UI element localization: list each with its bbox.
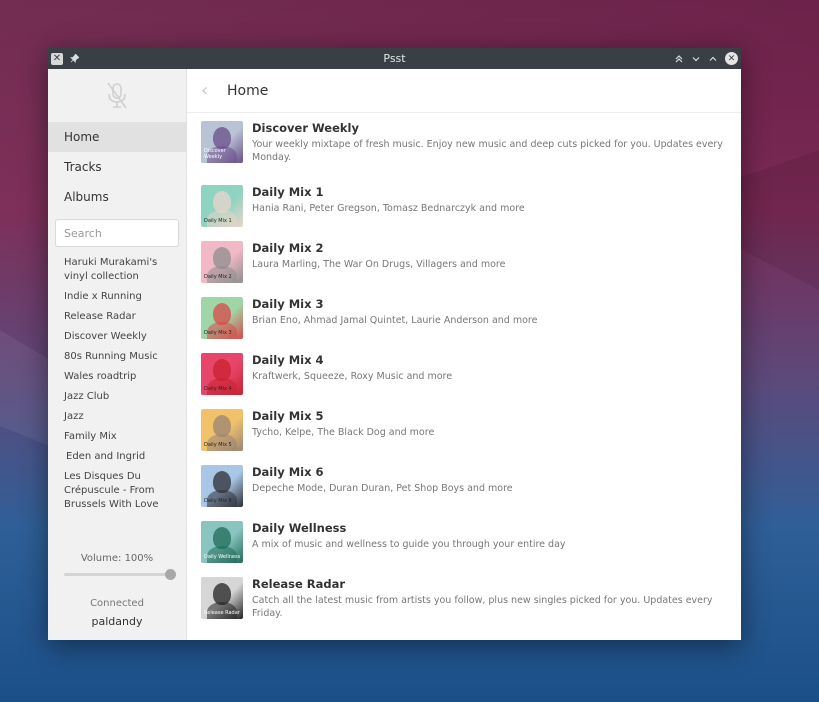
playlist-item[interactable]: Indie x Running — [48, 287, 186, 307]
keep-above-icon[interactable] — [671, 51, 687, 67]
cover-label: Daily Mix 6 — [204, 498, 232, 504]
list-item[interactable]: Daily Mix 1 Daily Mix 1 Hania Rani, Peter… — [187, 178, 741, 227]
playlist-cover-image: Daily Mix 1 — [201, 185, 243, 227]
item-description: Tycho, Kelpe, The Black Dog and more — [252, 427, 435, 438]
item-title: Daily Wellness — [252, 521, 347, 535]
item-description: Catch all the latest music from artists … — [252, 595, 713, 619]
item-title: Daily Mix 1 — [252, 185, 324, 199]
cover-label: Daily Mix 2 — [204, 274, 232, 280]
cover-label: Release Radar — [204, 610, 240, 616]
app-menu-icon[interactable]: ✕ — [51, 52, 63, 65]
playlist-cover-image: Daily Wellness — [201, 521, 243, 563]
item-description: Brian Eno, Ahmad Jamal Quintet, Laurie A… — [252, 315, 538, 326]
playlist-item[interactable]: Release Radar — [48, 307, 186, 327]
back-icon[interactable]: ‹ — [201, 80, 213, 101]
list-item[interactable]: Daily Mix 2 Daily Mix 2 Laura Marling, Th… — [187, 234, 741, 283]
window-title: Psst — [383, 52, 406, 65]
item-description: Hania Rani, Peter Gregson, Tomasz Bednar… — [252, 203, 525, 214]
desktop-facet — [739, 150, 819, 290]
playlist-item[interactable]: Wales roadtrip — [48, 367, 186, 387]
playlist-list: Haruki Murakami's vinyl collection Indie… — [48, 253, 186, 540]
nav-albums[interactable]: Albums — [48, 182, 186, 212]
item-title: Daily Mix 6 — [252, 465, 324, 479]
cover-label: Daily Mix 1 — [204, 218, 232, 224]
list-item[interactable]: Daily Mix 5 Daily Mix 5 Tycho, Kelpe, The… — [187, 402, 741, 451]
item-title: Daily Mix 4 — [252, 353, 324, 367]
playlist-item[interactable]: Les Disques Du Crépuscule - From Brussel… — [48, 467, 186, 515]
cover-label: Daily Mix 4 — [204, 386, 232, 392]
playlist-item[interactable]: Jazz Club — [48, 387, 186, 407]
playlist-item[interactable]: Discover Weekly — [48, 327, 186, 347]
titlebar: ✕ Psst ✕ — [48, 48, 741, 69]
item-title: Discover Weekly — [252, 121, 359, 135]
nav-home[interactable]: Home — [48, 122, 186, 152]
playlist-cover-image: Daily Mix 2 — [201, 241, 243, 283]
playlist-item[interactable]: 80s Running Music — [48, 347, 186, 367]
cover-label: Discover Weekly — [204, 148, 226, 160]
cover-label: Daily Mix 5 — [204, 442, 232, 448]
playlist-item[interactable]: Jazz — [48, 407, 186, 427]
playlist-cover-image: Daily Mix 4 — [201, 353, 243, 395]
playlist-cover-image: Daily Mix 5 — [201, 409, 243, 451]
sidebar: Home Tracks Albums Haruki Murakami's vin… — [48, 69, 187, 640]
playlist-cover-image: Release Radar — [201, 577, 243, 619]
volume-slider-handle[interactable] — [165, 569, 176, 580]
pin-icon[interactable] — [66, 51, 82, 67]
search-input[interactable] — [55, 219, 179, 247]
playlist-item[interactable]: Eden and Ingrid — [48, 447, 186, 467]
cover-label: Daily Wellness — [204, 554, 241, 560]
close-icon[interactable]: ✕ — [725, 52, 738, 65]
username[interactable]: paldandy — [48, 615, 186, 628]
item-title: Daily Mix 3 — [252, 297, 324, 311]
page-header: ‹ Home — [187, 69, 741, 113]
list-item[interactable]: Release Radar Release Radar Catch all the… — [187, 570, 741, 620]
item-description: A mix of music and wellness to guide you… — [252, 539, 566, 550]
playlist-item[interactable]: Haruki Murakami's vinyl collection — [48, 253, 186, 287]
cover-label: Daily Mix 3 — [204, 330, 232, 336]
list-item[interactable]: Daily Wellness Daily Wellness A mix of mu… — [187, 514, 741, 563]
connection-status: Connected — [90, 598, 144, 609]
item-description: Kraftwerk, Squeeze, Roxy Music and more — [252, 371, 453, 382]
item-title: Release Radar — [252, 577, 346, 591]
list-item[interactable]: Daily Mix 6 Daily Mix 6 Depeche Mode, Dur… — [187, 458, 741, 507]
nav-tracks[interactable]: Tracks — [48, 152, 186, 182]
list-item[interactable]: Discover Weekly Discover Weekly Your week… — [187, 114, 741, 164]
main-content: ‹ Home Discover Weekly Discover Weekly Yo… — [187, 69, 741, 640]
playlist-cover-image: Daily Mix 3 — [201, 297, 243, 339]
playlist-cover-image: Discover Weekly — [201, 121, 243, 163]
item-description: Your weekly mixtape of fresh music. Enjo… — [252, 139, 723, 163]
playlist-item[interactable]: Family Mix — [48, 427, 186, 447]
list-item[interactable]: Daily Mix 3 Daily Mix 3 Brian Eno, Ahmad … — [187, 290, 741, 339]
list-item[interactable]: Daily Mix 4 Daily Mix 4 Kraftwerk, Squeez… — [187, 346, 741, 395]
page-title: Home — [227, 82, 269, 99]
app-window: ✕ Psst ✕ Home Tracks Albums Search Haruk… — [48, 48, 741, 640]
playlist-cover-image: Daily Mix 6 — [201, 465, 243, 507]
item-title: Daily Mix 2 — [252, 241, 324, 255]
volume-label: Volume: 100% — [80, 553, 154, 564]
item-title: Daily Mix 5 — [252, 409, 324, 423]
minimize-icon[interactable] — [688, 51, 704, 67]
maximize-icon[interactable] — [705, 51, 721, 67]
item-description: Laura Marling, The War On Drugs, Village… — [252, 259, 506, 270]
item-description: Depeche Mode, Duran Duran, Pet Shop Boys… — [252, 483, 513, 494]
volume-slider[interactable] — [64, 569, 176, 580]
microphone-muted-icon — [48, 69, 186, 122]
